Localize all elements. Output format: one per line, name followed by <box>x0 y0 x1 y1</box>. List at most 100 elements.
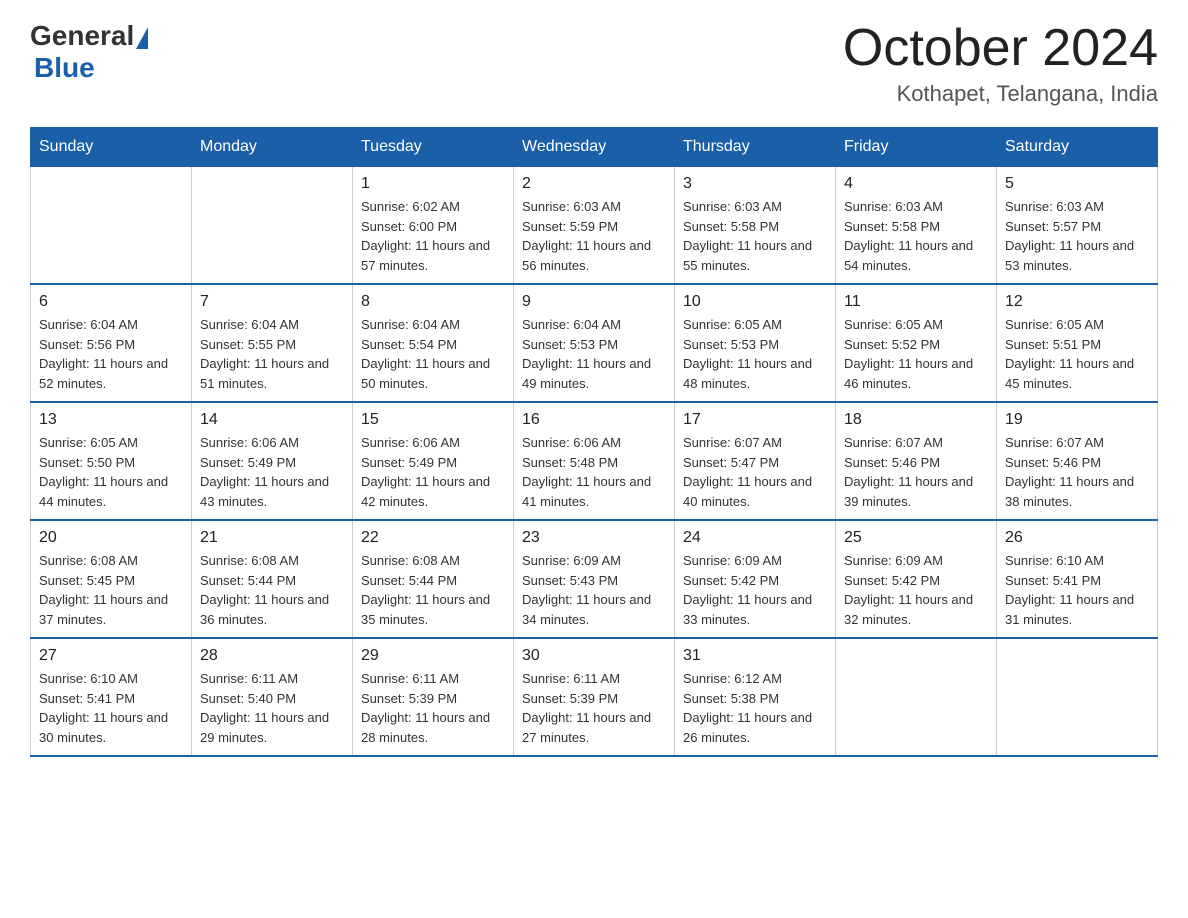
day-number: 16 <box>522 411 666 429</box>
page-title: October 2024 <box>843 20 1158 77</box>
calendar-cell: 8Sunrise: 6:04 AMSunset: 5:54 PMDaylight… <box>353 284 514 402</box>
calendar-cell: 7 Sunrise: 6:04 AMSunset: 5:55 PMDaylight… <box>192 284 353 402</box>
day-info: Sunrise: 6:08 AMSunset: 5:45 PMDaylight:… <box>39 551 183 629</box>
calendar-cell <box>31 167 192 285</box>
day-info: Sunrise: 6:11 AMSunset: 5:40 PMDaylight:… <box>200 669 344 747</box>
day-number: 2 <box>522 175 666 193</box>
calendar-cell: 10 Sunrise: 6:05 AMSunset: 5:53 PMDayligh… <box>675 284 836 402</box>
calendar-cell: 17 Sunrise: 6:07 AMSunset: 5:47 PMDayligh… <box>675 402 836 520</box>
day-info: Sunrise: 6:10 AMSunset: 5:41 PMDaylight:… <box>1005 551 1149 629</box>
header-wednesday: Wednesday <box>514 128 675 167</box>
calendar-week-row: 27 Sunrise: 6:10 AMSunset: 5:41 PMDayligh… <box>31 638 1158 756</box>
logo-area: General Blue <box>30 20 150 84</box>
day-number: 10 <box>683 293 827 311</box>
day-number: 27 <box>39 647 183 665</box>
calendar-cell: 27 Sunrise: 6:10 AMSunset: 5:41 PMDayligh… <box>31 638 192 756</box>
calendar-cell: 11 Sunrise: 6:05 AMSunset: 5:52 PMDayligh… <box>836 284 997 402</box>
day-number: 24 <box>683 529 827 547</box>
day-number: 30 <box>522 647 666 665</box>
day-number: 23 <box>522 529 666 547</box>
calendar-cell: 21Sunrise: 6:08 AMSunset: 5:44 PMDayligh… <box>192 520 353 638</box>
calendar-cell: 1 Sunrise: 6:02 AMSunset: 6:00 PMDaylight… <box>353 167 514 285</box>
day-number: 25 <box>844 529 988 547</box>
day-number: 11 <box>844 293 988 311</box>
calendar-table: SundayMondayTuesdayWednesdayThursdayFrid… <box>30 127 1158 757</box>
header-tuesday: Tuesday <box>353 128 514 167</box>
logo-general-text: General <box>30 20 134 52</box>
calendar-cell: 24 Sunrise: 6:09 AMSunset: 5:42 PMDayligh… <box>675 520 836 638</box>
header-friday: Friday <box>836 128 997 167</box>
header-monday: Monday <box>192 128 353 167</box>
day-info: Sunrise: 6:02 AMSunset: 6:00 PMDaylight:… <box>361 197 505 275</box>
day-info: Sunrise: 6:03 AMSunset: 5:59 PMDaylight:… <box>522 197 666 275</box>
day-number: 18 <box>844 411 988 429</box>
calendar-cell: 6 Sunrise: 6:04 AMSunset: 5:56 PMDaylight… <box>31 284 192 402</box>
calendar-cell: 28 Sunrise: 6:11 AMSunset: 5:40 PMDayligh… <box>192 638 353 756</box>
calendar-week-row: 13 Sunrise: 6:05 AMSunset: 5:50 PMDayligh… <box>31 402 1158 520</box>
day-info: Sunrise: 6:06 AMSunset: 5:49 PMDaylight:… <box>200 433 344 511</box>
day-info: Sunrise: 6:12 AMSunset: 5:38 PMDaylight:… <box>683 669 827 747</box>
day-info: Sunrise: 6:05 AMSunset: 5:52 PMDaylight:… <box>844 315 988 393</box>
day-info: Sunrise: 6:07 AMSunset: 5:46 PMDaylight:… <box>844 433 988 511</box>
day-info: Sunrise: 6:05 AMSunset: 5:50 PMDaylight:… <box>39 433 183 511</box>
calendar-cell: 16Sunrise: 6:06 AMSunset: 5:48 PMDayligh… <box>514 402 675 520</box>
logo-blue-text: Blue <box>34 52 95 83</box>
day-info: Sunrise: 6:09 AMSunset: 5:42 PMDaylight:… <box>683 551 827 629</box>
day-info: Sunrise: 6:03 AMSunset: 5:58 PMDaylight:… <box>683 197 827 275</box>
calendar-cell: 29 Sunrise: 6:11 AMSunset: 5:39 PMDayligh… <box>353 638 514 756</box>
day-number: 5 <box>1005 175 1149 193</box>
day-number: 28 <box>200 647 344 665</box>
day-number: 13 <box>39 411 183 429</box>
day-info: Sunrise: 6:04 AMSunset: 5:53 PMDaylight:… <box>522 315 666 393</box>
header-thursday: Thursday <box>675 128 836 167</box>
calendar-week-row: 6 Sunrise: 6:04 AMSunset: 5:56 PMDaylight… <box>31 284 1158 402</box>
calendar-cell: 2 Sunrise: 6:03 AMSunset: 5:59 PMDaylight… <box>514 167 675 285</box>
calendar-cell: 20Sunrise: 6:08 AMSunset: 5:45 PMDayligh… <box>31 520 192 638</box>
calendar-cell <box>836 638 997 756</box>
calendar-cell <box>997 638 1158 756</box>
calendar-cell: 26 Sunrise: 6:10 AMSunset: 5:41 PMDayligh… <box>997 520 1158 638</box>
day-number: 12 <box>1005 293 1149 311</box>
day-info: Sunrise: 6:03 AMSunset: 5:57 PMDaylight:… <box>1005 197 1149 275</box>
calendar-week-row: 20Sunrise: 6:08 AMSunset: 5:45 PMDayligh… <box>31 520 1158 638</box>
day-number: 8 <box>361 293 505 311</box>
day-number: 29 <box>361 647 505 665</box>
day-number: 15 <box>361 411 505 429</box>
day-info: Sunrise: 6:05 AMSunset: 5:51 PMDaylight:… <box>1005 315 1149 393</box>
calendar-cell: 30 Sunrise: 6:11 AMSunset: 5:39 PMDayligh… <box>514 638 675 756</box>
header-saturday: Saturday <box>997 128 1158 167</box>
day-info: Sunrise: 6:05 AMSunset: 5:53 PMDaylight:… <box>683 315 827 393</box>
day-number: 6 <box>39 293 183 311</box>
day-number: 22 <box>361 529 505 547</box>
day-number: 19 <box>1005 411 1149 429</box>
calendar-week-row: 1 Sunrise: 6:02 AMSunset: 6:00 PMDaylight… <box>31 167 1158 285</box>
day-info: Sunrise: 6:04 AMSunset: 5:56 PMDaylight:… <box>39 315 183 393</box>
calendar-cell: 15Sunrise: 6:06 AMSunset: 5:49 PMDayligh… <box>353 402 514 520</box>
calendar-cell: 22Sunrise: 6:08 AMSunset: 5:44 PMDayligh… <box>353 520 514 638</box>
calendar-cell: 4Sunrise: 6:03 AMSunset: 5:58 PMDaylight… <box>836 167 997 285</box>
calendar-cell: 14Sunrise: 6:06 AMSunset: 5:49 PMDayligh… <box>192 402 353 520</box>
calendar-cell: 3 Sunrise: 6:03 AMSunset: 5:58 PMDaylight… <box>675 167 836 285</box>
day-number: 26 <box>1005 529 1149 547</box>
calendar-cell: 18 Sunrise: 6:07 AMSunset: 5:46 PMDayligh… <box>836 402 997 520</box>
day-info: Sunrise: 6:11 AMSunset: 5:39 PMDaylight:… <box>522 669 666 747</box>
calendar-cell: 25Sunrise: 6:09 AMSunset: 5:42 PMDayligh… <box>836 520 997 638</box>
day-number: 4 <box>844 175 988 193</box>
day-number: 17 <box>683 411 827 429</box>
logo-triangle-icon <box>136 27 148 49</box>
calendar-cell: 12 Sunrise: 6:05 AMSunset: 5:51 PMDayligh… <box>997 284 1158 402</box>
calendar-cell: 23 Sunrise: 6:09 AMSunset: 5:43 PMDayligh… <box>514 520 675 638</box>
day-info: Sunrise: 6:10 AMSunset: 5:41 PMDaylight:… <box>39 669 183 747</box>
day-number: 7 <box>200 293 344 311</box>
calendar-cell <box>192 167 353 285</box>
day-number: 1 <box>361 175 505 193</box>
day-number: 3 <box>683 175 827 193</box>
day-info: Sunrise: 6:11 AMSunset: 5:39 PMDaylight:… <box>361 669 505 747</box>
day-info: Sunrise: 6:07 AMSunset: 5:47 PMDaylight:… <box>683 433 827 511</box>
calendar-cell: 9 Sunrise: 6:04 AMSunset: 5:53 PMDaylight… <box>514 284 675 402</box>
page-subtitle: Kothapet, Telangana, India <box>843 81 1158 107</box>
day-info: Sunrise: 6:04 AMSunset: 5:55 PMDaylight:… <box>200 315 344 393</box>
day-number: 21 <box>200 529 344 547</box>
day-info: Sunrise: 6:09 AMSunset: 5:43 PMDaylight:… <box>522 551 666 629</box>
day-number: 9 <box>522 293 666 311</box>
